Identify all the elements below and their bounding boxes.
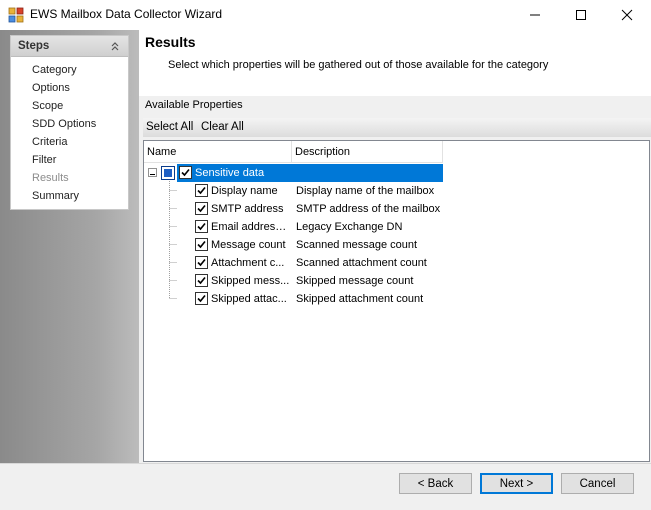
properties-toolbar: Select All Clear All — [143, 118, 651, 137]
row-description: Skipped attachment count — [296, 293, 424, 305]
row-description: Display name of the mailbox — [296, 185, 435, 197]
column-description-label: Description — [295, 146, 351, 158]
maximize-button[interactable] — [558, 0, 604, 30]
step-results: Results — [32, 172, 69, 184]
row-name: Email address ... — [211, 221, 291, 233]
properties-tree[interactable]: Name Description Sensitive data Display … — [143, 140, 650, 462]
column-header-description[interactable]: Description — [292, 141, 443, 163]
row-checkbox[interactable] — [195, 238, 208, 251]
content-header: Results Select which properties will be … — [139, 30, 651, 96]
close-icon — [621, 9, 633, 21]
step-filter: Filter — [32, 154, 57, 166]
row-checkbox[interactable] — [195, 184, 208, 197]
row-description: Scanned message count — [296, 239, 418, 251]
row-checkbox[interactable] — [195, 202, 208, 215]
properties-area: Available Properties Select All Clear Al… — [139, 96, 651, 463]
clear-all-button[interactable]: Clear All — [201, 121, 244, 133]
page-subtitle: Select which properties will be gathered… — [168, 59, 549, 71]
row-checkbox[interactable] — [195, 274, 208, 287]
steps-sidebar: Steps Category Options Scope SDD Options… — [0, 30, 139, 463]
page-title: Results — [145, 34, 196, 50]
steps-title: Steps — [18, 40, 50, 52]
steps-header[interactable]: Steps — [11, 36, 128, 57]
tree-row[interactable]: Message count Scanned message count — [144, 236, 444, 254]
row-checkbox[interactable] — [195, 292, 208, 305]
root-node-name: Sensitive data — [195, 167, 265, 179]
tree-row[interactable]: SMTP address SMTP address of the mailbox — [144, 200, 444, 218]
window-title: EWS Mailbox Data Collector Wizard — [30, 7, 223, 21]
wizard-window: EWS Mailbox Data Collector Wizard Steps — [0, 0, 651, 510]
collapse-toggle-icon[interactable] — [148, 168, 157, 177]
step-criteria: Criteria — [32, 136, 68, 148]
row-description: Legacy Exchange DN — [296, 221, 403, 233]
row-name: Display name — [211, 185, 278, 197]
tree-row[interactable]: Skipped attac... Skipped attachment coun… — [144, 290, 444, 308]
close-button[interactable] — [604, 0, 650, 30]
tree-row[interactable]: Attachment c... Scanned attachment count — [144, 254, 444, 272]
title-bar[interactable]: EWS Mailbox Data Collector Wizard — [0, 0, 651, 30]
row-name: Attachment c... — [211, 257, 285, 269]
tree-row[interactable]: Display name Display name of the mailbox — [144, 182, 444, 200]
minimize-icon — [530, 14, 540, 16]
select-all-button[interactable]: Select All — [146, 121, 193, 133]
row-name: Skipped mess... — [211, 275, 290, 287]
tree-row-root[interactable]: Sensitive data — [144, 164, 444, 182]
collapse-chevron-icon[interactable] — [109, 40, 121, 52]
step-options: Options — [32, 82, 70, 94]
button-bar: < Back Next > Cancel — [0, 463, 651, 510]
row-checkbox[interactable] — [195, 256, 208, 269]
tree-row[interactable]: Email address ... Legacy Exchange DN — [144, 218, 444, 236]
row-name: Message count — [211, 239, 286, 251]
step-sdd-options: SDD Options — [32, 118, 97, 130]
step-summary: Summary — [32, 190, 80, 202]
row-description: SMTP address of the mailbox — [296, 203, 441, 215]
maximize-icon — [576, 10, 586, 20]
back-button[interactable]: < Back — [399, 473, 472, 494]
step-scope: Scope — [32, 100, 64, 112]
next-button[interactable]: Next > — [480, 473, 553, 494]
tree-row[interactable]: Skipped mess... Skipped message count — [144, 272, 444, 290]
tri-state-checkbox-icon[interactable] — [161, 166, 175, 180]
minimize-button[interactable] — [512, 0, 558, 30]
row-description: Scanned attachment count — [296, 257, 427, 269]
app-icon — [8, 7, 24, 23]
steps-box: Steps Category Options Scope SDD Options… — [10, 35, 129, 210]
row-description: Skipped message count — [296, 275, 414, 287]
cancel-button[interactable]: Cancel — [561, 473, 634, 494]
row-name: SMTP address — [211, 203, 284, 215]
root-checkbox[interactable] — [179, 166, 192, 179]
step-category: Category — [32, 64, 77, 76]
row-checkbox[interactable] — [195, 220, 208, 233]
row-name: Skipped attac... — [211, 293, 287, 305]
available-properties-label: Available Properties — [145, 99, 243, 111]
